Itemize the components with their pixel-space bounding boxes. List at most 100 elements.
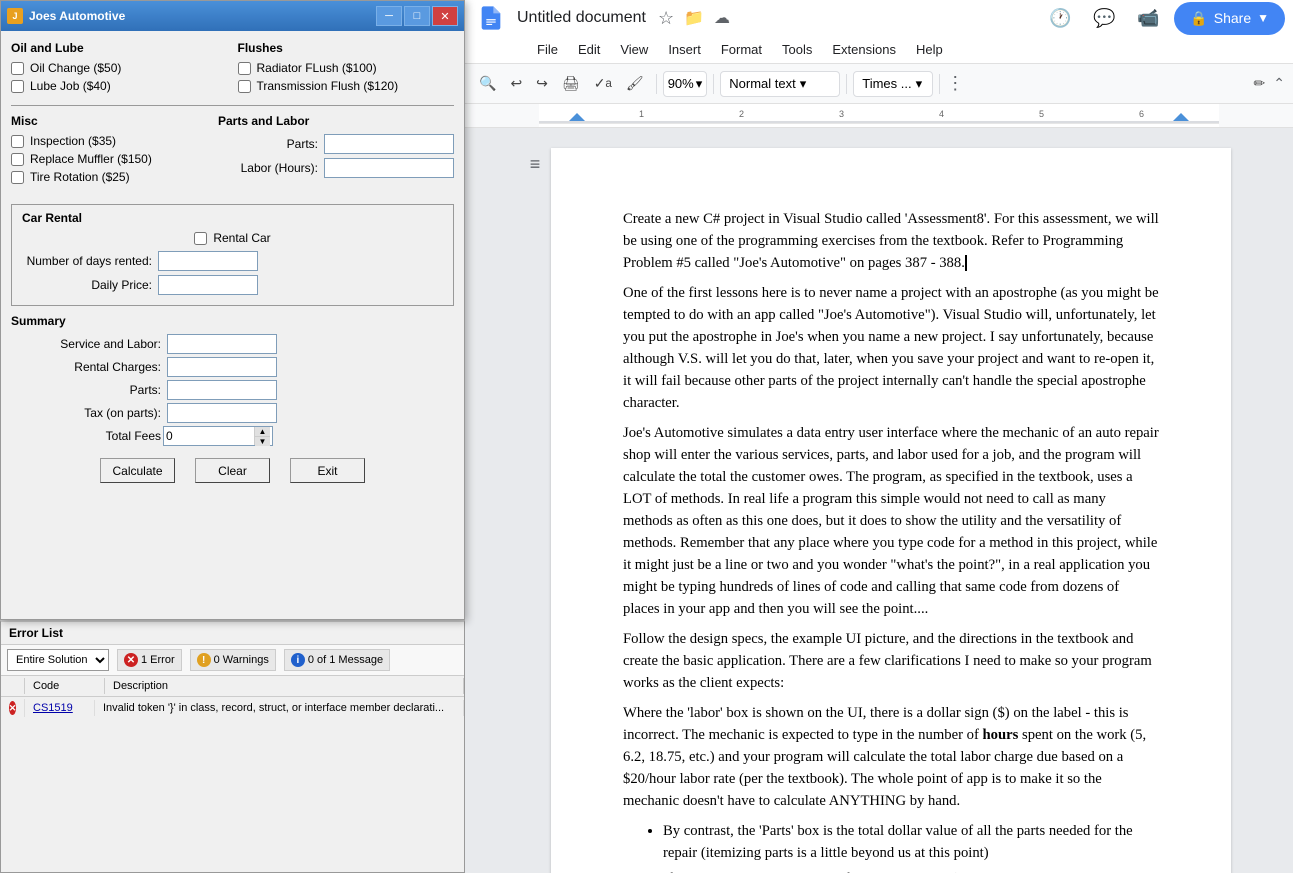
zoom-value: 90% [668,76,694,91]
flushes-label: Flushes [238,41,455,55]
warning-count: 0 Warnings [214,654,269,666]
service-labor-input[interactable] [167,334,277,354]
share-label: Share [1214,10,1251,26]
toolbar-divider-3 [846,74,847,94]
flushes-section: Flushes Radiator FLush ($100) Transmissi… [238,41,455,97]
toolbar-divider-1 [656,74,657,94]
bullet-list-1: By contrast, the 'Parts' box is the tota… [663,820,1159,873]
warning-badge[interactable]: ! 0 Warnings [190,649,276,671]
toolbar-divider-2 [713,74,714,94]
tire-rotation-checkbox[interactable] [11,171,24,184]
tax-input[interactable] [167,403,277,423]
form-buttons: Calculate Clear Exit [11,458,454,483]
paragraph-4: Follow the design specs, the example UI … [623,628,1159,694]
redo-button[interactable]: ↪ [530,70,554,98]
summary-section: Summary Service and Labor: Rental Charge… [11,314,454,446]
svg-text:2: 2 [739,109,744,119]
parts-labor-section: Parts and Labor Parts: Labor (Hours): [218,114,454,196]
oil-change-checkbox[interactable] [11,62,24,75]
clear-button[interactable]: Clear [195,458,270,483]
labor-label: Labor (Hours): [218,161,318,175]
rental-car-row: Rental Car [22,231,443,245]
search-toolbar-btn[interactable]: 🔍 [473,70,502,98]
folder-icon[interactable]: 📁 [684,8,704,28]
scroll-down[interactable]: ▼ [255,437,270,446]
minimize-button[interactable]: ─ [376,6,402,26]
car-rental-label: Car Rental [22,211,443,225]
parts-summary-input[interactable] [167,380,277,400]
gdocs-content-area[interactable]: ≡ Create a new C# project in Visual Stud… [465,128,1293,873]
info-badge[interactable]: i 0 of 1 Message [284,649,390,671]
transmission-flush-item: Transmission Flush ($120) [238,79,455,93]
menu-insert[interactable]: Insert [660,38,709,61]
menu-file[interactable]: File [529,38,566,61]
style-selector[interactable]: Normal text ▾ [720,71,840,97]
error-icon: ✕ [124,653,138,667]
transmission-flush-checkbox[interactable] [238,80,251,93]
service-labor-row: Service and Labor: [11,334,454,354]
scroll-up[interactable]: ▲ [255,427,270,437]
history-button[interactable]: 🕐 [1042,0,1078,36]
total-fees-scrollbar[interactable]: 0 ▲ ▼ [163,426,273,446]
share-caret-icon: ▼ [1257,11,1269,25]
comment-button[interactable]: 💬 [1086,0,1122,36]
rental-price-input[interactable] [158,275,258,295]
svg-text:3: 3 [839,109,844,119]
paint-format-button[interactable]: 🖌 [620,70,650,98]
video-button[interactable]: 📹 [1130,0,1166,36]
close-button[interactable]: ✕ [432,6,458,26]
zoom-selector[interactable]: 90% ▾ [663,71,708,97]
menu-help[interactable]: Help [908,38,951,61]
menu-edit[interactable]: Edit [570,38,608,61]
app-icon: J [7,8,23,24]
service-labor-label: Service and Labor: [11,337,161,351]
star-icon[interactable]: ☆ [658,8,674,29]
parts-input[interactable] [324,134,454,154]
paragraph-2: One of the first lessons here is to neve… [623,282,1159,414]
ruler-inner: 1 2 3 4 5 6 [539,104,1219,127]
lube-job-checkbox[interactable] [11,80,24,93]
bullet-1-1: By contrast, the 'Parts' box is the tota… [663,820,1159,864]
menu-format[interactable]: Format [713,38,770,61]
inspection-item: Inspection ($35) [11,134,208,148]
gdocs-doc-title[interactable]: Untitled document [517,9,646,27]
lube-job-item: Lube Job ($40) [11,79,228,93]
list-icon[interactable]: ≡ [530,154,541,175]
error-row-code[interactable]: CS1519 [25,700,95,716]
parts-field-row: Parts: [218,134,454,154]
gdocs-app-icon [473,0,509,36]
error-badge[interactable]: ✕ 1 Error [117,649,182,671]
rental-days-input[interactable] [158,251,258,271]
cloud-icon[interactable]: ☁ [714,8,730,28]
menu-extensions[interactable]: Extensions [824,38,904,61]
lube-job-label: Lube Job ($40) [30,79,111,93]
labor-input[interactable] [324,158,454,178]
rental-charges-input[interactable] [167,357,277,377]
menu-tools[interactable]: Tools [774,38,820,61]
font-selector[interactable]: Times ... ▾ [853,71,933,97]
rental-car-checkbox[interactable] [194,232,207,245]
form-body: Oil and Lube Oil Change ($50) Lube Job (… [1,31,464,493]
error-scope-dropdown[interactable]: Entire Solution [7,649,109,671]
more-options-icon[interactable]: ⋮ [946,73,964,94]
undo-button[interactable]: ↩ [504,70,528,98]
collapse-toolbar-icon[interactable]: ⌃ [1273,75,1285,92]
text-cursor [965,255,967,271]
menu-view[interactable]: View [612,38,656,61]
print-button[interactable]: 🖨 [556,70,586,98]
spellcheck-button[interactable]: ✓a [588,70,618,98]
edit-pen-button[interactable]: ✏ [1248,70,1272,98]
share-button[interactable]: 🔒 Share ▼ [1174,2,1285,35]
maximize-button[interactable]: □ [404,6,430,26]
muffler-item: Replace Muffler ($150) [11,152,208,166]
bullet-1-2: If a service or charge is not performed … [663,868,1159,873]
inspection-checkbox[interactable] [11,135,24,148]
ruler-svg: 1 2 3 4 5 6 [539,103,1219,127]
transmission-flush-label: Transmission Flush ($120) [257,79,399,93]
gdocs-topbar: Untitled document ☆ 📁 ☁ 🕐 💬 📹 🔒 Share ▼ … [465,0,1293,64]
calculate-button[interactable]: Calculate [100,458,175,483]
radiator-flush-checkbox[interactable] [238,62,251,75]
muffler-checkbox[interactable] [11,153,24,166]
rental-car-label: Rental Car [213,231,270,245]
exit-button[interactable]: Exit [290,458,365,483]
